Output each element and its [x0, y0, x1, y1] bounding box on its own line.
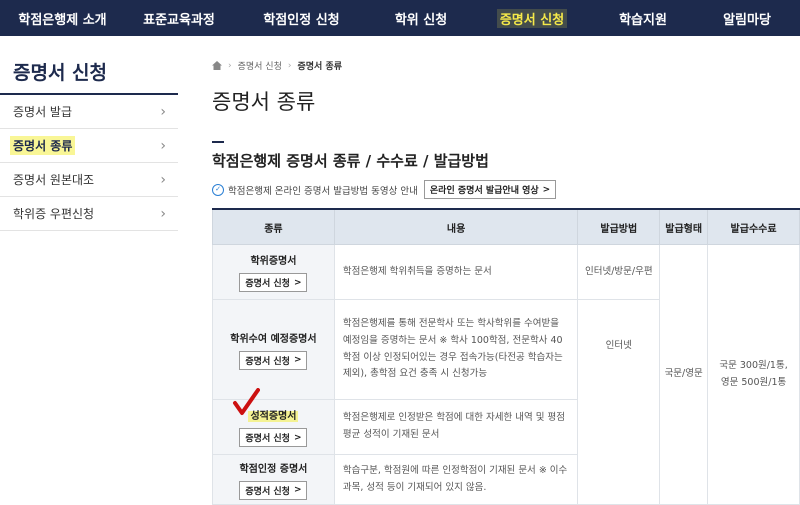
cert-description: 학습구분, 학점원에 따른 인정학점이 기재된 문서 ※ 이수과목, 성적 등이…: [333, 454, 579, 505]
table-row: 학위증명서 증명서 신청 > 학점은행제 학위취득을 증명하는 문서 인터넷/방문…: [212, 244, 800, 505]
nav-item-credit-apply[interactable]: 학점인정 신청: [233, 0, 370, 36]
nav-item-certificate-apply[interactable]: 증명서 신청: [472, 0, 592, 36]
column-header: 발급수수료: [707, 208, 800, 245]
breadcrumb-item-certificate[interactable]: 증명서 신청: [238, 59, 282, 72]
video-guide-row: ✓ 학점은행제 온라인 증명서 발급방법 동영상 안내 온라인 증명서 발급안내…: [212, 180, 557, 199]
issue-fee: 국문 300원/1통, 영문 500원/1통: [707, 244, 800, 505]
cert-kind-cell: 성적증명서 증명서 신청 >: [212, 399, 335, 455]
nav-item-study-support[interactable]: 학습지원: [592, 0, 694, 36]
chevron-right-icon: ›: [160, 137, 166, 154]
chevron-right-icon: ›: [160, 205, 166, 222]
video-guide-button[interactable]: 온라인 증명서 발급안내 영상 >: [423, 180, 557, 199]
home-icon[interactable]: [212, 61, 222, 70]
chevron-right-icon: ›: [160, 103, 166, 120]
column-header: 종류: [212, 208, 335, 245]
issue-form: 국문/영문: [659, 244, 709, 505]
issue-method: 인터넷: [577, 299, 661, 505]
chevron-right-icon: >: [293, 355, 302, 365]
section-accent: [212, 141, 224, 143]
cert-name: 학점인정 증명서: [239, 463, 308, 475]
sidebar-item-issue[interactable]: 증명서 발급 ›: [0, 95, 178, 129]
sidebar-title: 증명서 신청: [13, 62, 108, 84]
issue-method: 인터넷/방문/우편: [577, 244, 661, 300]
chevron-right-icon: >: [293, 432, 302, 443]
red-checkmark-icon: [233, 388, 260, 415]
sidebar-item-mail[interactable]: 학위증 우편신청 ›: [0, 197, 178, 231]
nav-item-curriculum[interactable]: 표준교육과정: [125, 0, 233, 36]
column-header: 발급방법: [577, 208, 661, 245]
column-header: 내용: [333, 208, 579, 245]
chevron-right-icon: ›: [160, 171, 166, 188]
cert-kind-cell: 학위증명서 증명서 신청 >: [212, 244, 335, 300]
nav-item-intro[interactable]: 학점은행제 소개: [0, 0, 125, 36]
video-guide-text: 학점은행제 온라인 증명서 발급방법 동영상 안내: [228, 185, 418, 197]
page-title: 증명서 종류: [212, 90, 316, 114]
column-header: 발급형태: [659, 208, 709, 245]
certificate-table: 종류 내용 발급방법 발급형태 발급수수료 학위증명서 증명서 신청 > 학점은행…: [212, 208, 800, 505]
table-header-row: 종류 내용 발급방법 발급형태 발급수수료: [212, 208, 800, 245]
breadcrumb-current: 증명서 종류: [297, 62, 343, 72]
cert-description: 학점은행제를 통해 전문학사 또는 학사학위를 수여받을 예정임을 증명하는 문…: [333, 299, 579, 400]
top-nav: 학점은행제 소개 표준교육과정 학점인정 신청 학위 신청 증명서 신청 학습지…: [0, 0, 800, 36]
nav-item-degree-apply[interactable]: 학위 신청: [370, 0, 472, 36]
nav-item-notice[interactable]: 알림마당: [694, 0, 800, 36]
cert-kind-cell: 학위수여 예정증명서 증명서 신청 >: [212, 299, 335, 400]
apply-button[interactable]: 증명서 신청 >: [239, 350, 308, 370]
chevron-right-icon: >: [542, 184, 551, 195]
cert-kind-cell: 학점인정 증명서 증명서 신청 >: [212, 454, 335, 505]
check-circle-icon: ✓: [212, 183, 224, 196]
cert-description: 학점은행제 학위취득을 증명하는 문서: [333, 244, 579, 300]
chevron-right-icon: >: [293, 277, 302, 288]
cert-name: 학위증명서: [250, 256, 297, 267]
chevron-right-icon: >: [293, 485, 302, 495]
sidebar-item-types[interactable]: 증명서 종류 ›: [0, 129, 178, 163]
breadcrumb-separator: ›: [287, 60, 292, 71]
cert-description: 학점은행제로 인정받은 학점에 대한 자세한 내역 및 평점평균 성적이 기재된…: [333, 399, 579, 455]
sidebar-item-verify[interactable]: 증명서 원본대조 ›: [0, 163, 178, 197]
breadcrumb: › 증명서 신청 › 증명서 종류: [212, 59, 342, 72]
apply-button[interactable]: 증명서 신청 >: [239, 428, 308, 447]
sidebar-menu: 증명서 발급 › 증명서 종류 › 증명서 원본대조 › 학위증 우편신청 ›: [0, 95, 178, 231]
breadcrumb-separator: ›: [228, 60, 232, 71]
cert-name: 학위수여 예정증명서: [230, 333, 317, 345]
apply-button[interactable]: 증명서 신청 >: [239, 480, 308, 500]
apply-button[interactable]: 증명서 신청 >: [239, 273, 308, 292]
section-title: 학점은행제 증명서 종류 / 수수료 / 발급방법: [212, 152, 489, 170]
